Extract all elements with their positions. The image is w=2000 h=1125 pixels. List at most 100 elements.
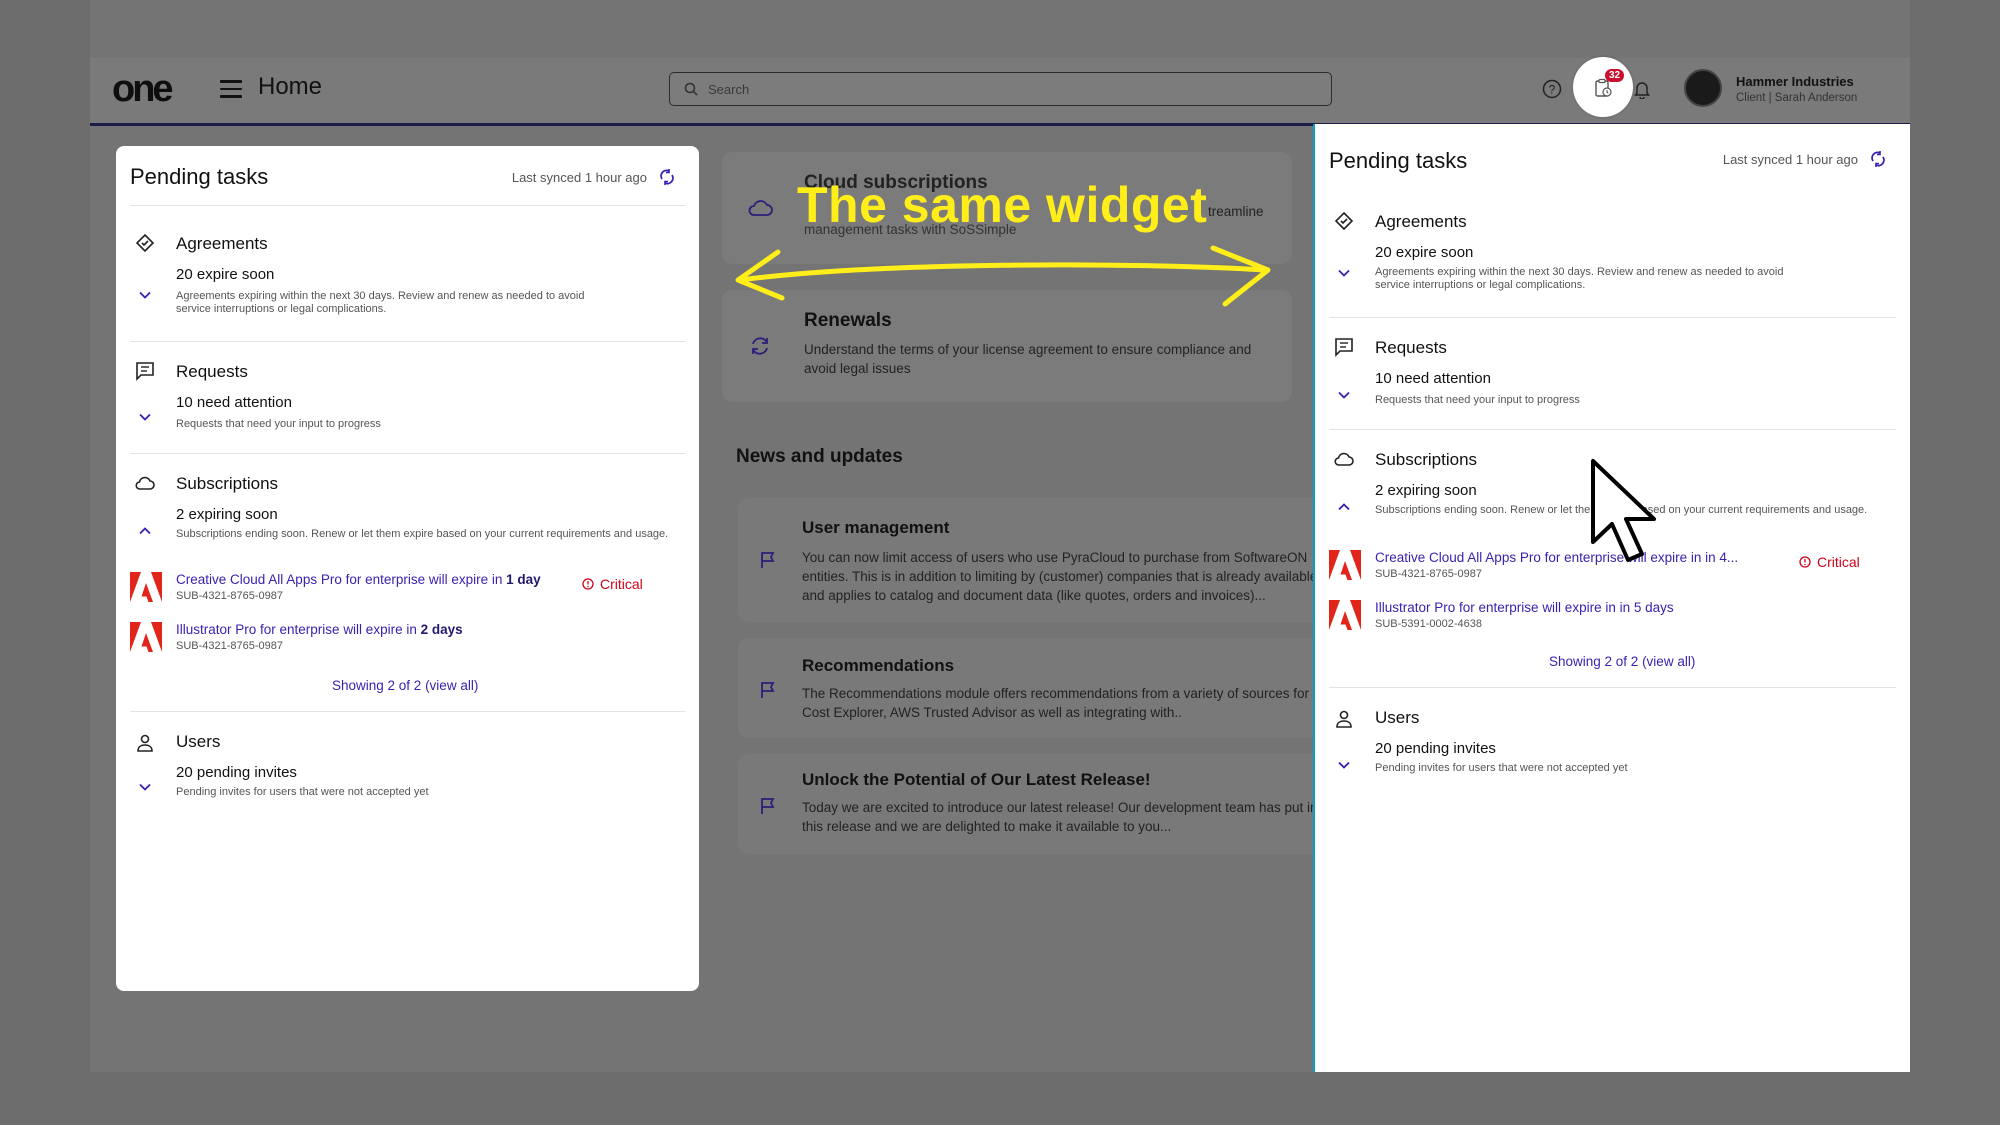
subscriptions-title: Subscriptions (176, 474, 279, 493)
subscription-id: SUB-4321-8765-0987 (176, 640, 284, 652)
agreements-count: 20 expire soon (176, 266, 275, 283)
sync-icon[interactable] (657, 167, 677, 187)
agreements-title: Agreements (1375, 212, 1467, 231)
client-user: Client | Sarah Anderson (1736, 92, 1858, 104)
users-title: Users (1375, 708, 1420, 727)
agreement-icon (1334, 211, 1354, 231)
alert-circle-icon (582, 578, 594, 590)
users-count: 20 pending invites (1375, 740, 1496, 757)
agreements-description: Agreements expiring within the next 30 d… (1375, 266, 1784, 291)
pending-tasks-widget-panel: Pending tasks Last synced 1 hour ago Agr… (1313, 124, 1910, 1072)
widget-header: Pending tasks Last synced 1 hour ago (1329, 124, 1896, 184)
last-synced-text: Last synced 1 hour ago (1722, 152, 1858, 167)
adobe-logo-icon (130, 572, 162, 602)
pending-tasks-widget-dashboard: Pending tasks Last synced 1 hour ago Agr… (116, 146, 699, 991)
requests-description: Requests that need your input to progres… (1375, 394, 1580, 406)
requests-count: 10 need attention (1375, 370, 1491, 387)
requests-description: Requests that need your input to progres… (176, 418, 381, 430)
chevron-down-icon[interactable] (138, 780, 152, 794)
requests-title: Requests (176, 362, 248, 381)
subscriptions-count: 2 expiring soon (1375, 482, 1477, 499)
widget-header: Pending tasks Last synced 1 hour ago (130, 146, 685, 206)
news-item[interactable]: Recommendations The Recommendations modu… (738, 638, 1338, 738)
subscription-id: SUB-5391-0002-4638 (1375, 618, 1483, 630)
widget-title: Pending tasks (130, 164, 269, 189)
requests-count: 10 need attention (176, 394, 292, 411)
agreements-title: Agreements (176, 234, 268, 253)
tasks-count-badge: 32 (1605, 69, 1625, 82)
subscription-link[interactable]: Creative Cloud All Apps Pro for enterpri… (176, 572, 541, 587)
users-description: Pending invites for users that were not … (176, 786, 429, 798)
cloud-icon (748, 200, 773, 216)
chat-icon (136, 362, 154, 381)
news-item-text: Today we are excited to introduce our la… (802, 800, 1329, 834)
help-icon[interactable]: ? (1542, 79, 1562, 99)
sync-icon[interactable] (1868, 149, 1888, 169)
cloud-icon (135, 476, 155, 490)
news-item-title: User management (802, 518, 950, 537)
news-item[interactable]: User management You can now limit access… (738, 498, 1338, 622)
requests-section: Requests 10 need attention Requests that… (1329, 318, 1896, 430)
subscription-item[interactable]: Creative Cloud All Apps Pro for enterpri… (130, 572, 685, 612)
hamburger-menu-icon[interactable] (220, 80, 242, 98)
subscriptions-section: Subscriptions 2 expiring soon Subscripti… (130, 454, 685, 712)
news-heading: News and updates (736, 446, 903, 467)
cloud-icon (1334, 452, 1354, 466)
pending-tasks-button[interactable]: 32 (1573, 57, 1633, 117)
agreements-section: Agreements 20 expire soon Agreements exp… (130, 218, 685, 342)
users-section: Users 20 pending invites Pending invites… (130, 712, 685, 812)
company-avatar[interactable] (1684, 69, 1722, 107)
mouse-cursor-icon (1591, 459, 1656, 562)
users-description: Pending invites for users that were not … (1375, 762, 1628, 774)
news-item-text: The Recommendations module offers recomm… (802, 686, 1309, 720)
subscription-id: SUB-4321-8765-0987 (176, 590, 284, 602)
renew-icon (752, 337, 768, 355)
search-input[interactable] (708, 81, 1268, 97)
agreements-section: Agreements 20 expire soon Agreements exp… (1329, 210, 1896, 318)
widget-title: Pending tasks (1329, 148, 1468, 173)
subscription-link[interactable]: Illustrator Pro for enterprise will expi… (1375, 600, 1674, 615)
adobe-logo-icon (130, 622, 162, 652)
chevron-down-icon[interactable] (1337, 758, 1351, 772)
news-item[interactable]: Unlock the Potential of Our Latest Relea… (738, 754, 1338, 854)
requests-title: Requests (1375, 338, 1447, 357)
subscriptions-description: Subscriptions ending soon. Renew or let … (176, 528, 669, 540)
chevron-up-icon[interactable] (138, 524, 152, 538)
subscription-link[interactable]: Illustrator Pro for enterprise will expi… (176, 622, 463, 637)
chevron-down-icon[interactable] (138, 410, 152, 424)
bell-icon[interactable] (1633, 79, 1651, 99)
company-name[interactable]: Hammer Industries (1736, 74, 1854, 89)
view-all-link[interactable]: Showing 2 of 2 (view all) (332, 678, 478, 693)
double-arrow-annotation (735, 245, 1271, 307)
flag-icon (761, 798, 775, 814)
last-synced-text: Last synced 1 hour ago (511, 170, 647, 185)
search-icon (684, 82, 698, 96)
page-title: Home (258, 73, 323, 100)
user-icon (1336, 710, 1352, 728)
subscription-item[interactable]: Illustrator Pro for enterprise will expi… (1329, 600, 1896, 640)
search-bar[interactable] (669, 72, 1332, 106)
adobe-logo-icon (1329, 600, 1361, 630)
subscription-link[interactable]: Creative Cloud All Apps Pro for enterpri… (1375, 550, 1738, 565)
news-item-text: You can now limit access of users who us… (802, 550, 1318, 603)
renewals-title: Renewals (804, 310, 892, 331)
users-section: Users 20 pending invites Pending invites… (1329, 688, 1896, 788)
subscriptions-title: Subscriptions (1375, 450, 1478, 469)
alert-circle-icon (1799, 556, 1811, 568)
chevron-down-icon[interactable] (1337, 266, 1351, 280)
users-title: Users (176, 732, 221, 751)
users-count: 20 pending invites (176, 764, 297, 781)
chevron-down-icon[interactable] (138, 288, 152, 302)
view-all-link[interactable]: Showing 2 of 2 (view all) (1549, 654, 1695, 669)
user-icon (137, 734, 153, 752)
subscription-id: SUB-4321-8765-0987 (1375, 568, 1483, 580)
svg-text:?: ? (1549, 83, 1556, 97)
chevron-up-icon[interactable] (1337, 500, 1351, 514)
subscription-item[interactable]: Illustrator Pro for enterprise will expi… (130, 622, 685, 662)
app-logo[interactable]: one (112, 68, 174, 111)
renewals-text: Understand the terms of your license agr… (804, 342, 1252, 376)
critical-status: Critical (582, 576, 643, 592)
chevron-down-icon[interactable] (1337, 388, 1351, 402)
agreement-icon (135, 233, 155, 253)
agreements-count: 20 expire soon (1375, 244, 1474, 261)
